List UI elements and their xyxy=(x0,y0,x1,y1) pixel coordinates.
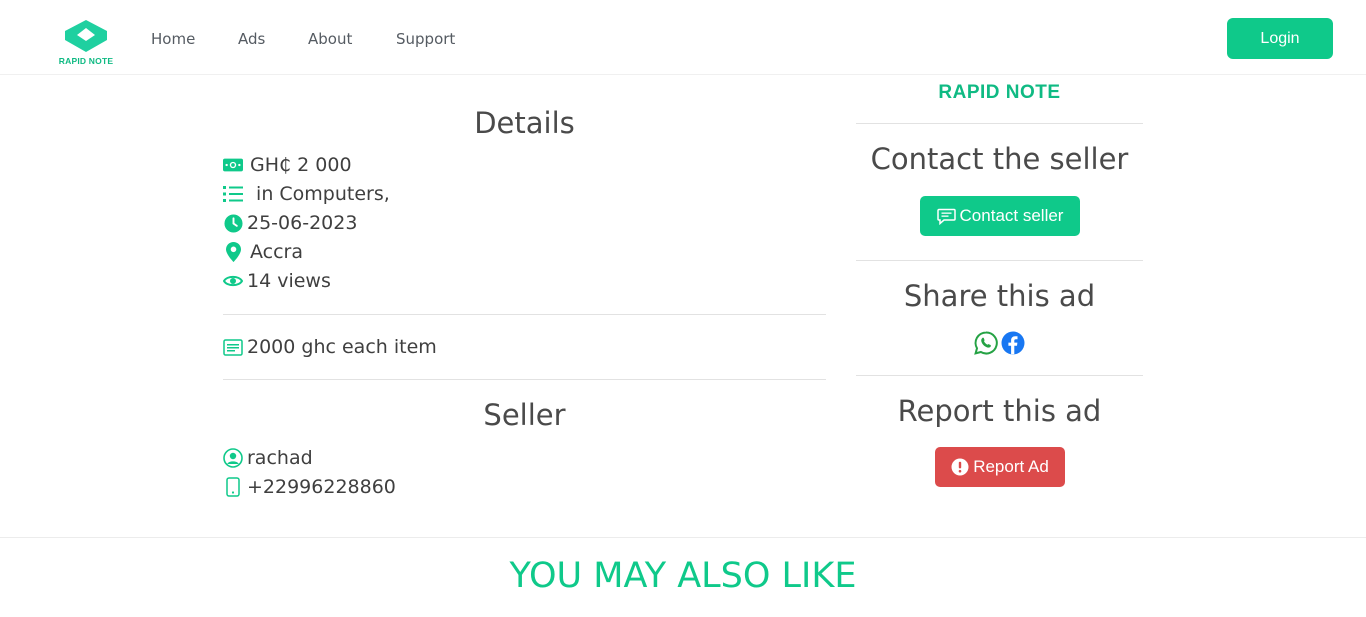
section-divider xyxy=(0,537,1366,538)
price-row: GH₵ 2 000 xyxy=(223,153,352,177)
sidebar-brand: RAPID NOTE xyxy=(938,82,1061,103)
nav-about[interactable]: About xyxy=(308,30,352,48)
list-icon xyxy=(223,184,243,204)
nav-support[interactable]: Support xyxy=(396,30,455,48)
contact-seller-button[interactable]: Contact seller xyxy=(920,196,1080,236)
category-value[interactable]: in Computers, xyxy=(250,183,390,205)
price-value: GH₵ 2 000 xyxy=(250,154,352,176)
category-row: in Computers, xyxy=(223,182,390,206)
whatsapp-icon[interactable] xyxy=(974,331,998,355)
views-row: 14 views xyxy=(223,269,331,293)
location-row: Accra xyxy=(223,240,303,264)
views-value: 14 views xyxy=(247,270,331,292)
date-row: 25-06-2023 xyxy=(223,211,357,235)
chat-icon xyxy=(936,208,956,225)
nav-home[interactable]: Home xyxy=(151,30,195,48)
site-logo[interactable]: RAPID NOTE xyxy=(57,19,115,67)
report-ad-button[interactable]: Report Ad xyxy=(935,447,1065,487)
divider xyxy=(223,379,826,380)
contact-seller-label: Contact seller xyxy=(959,206,1064,225)
alert-icon xyxy=(951,458,969,476)
divider xyxy=(856,123,1143,124)
note-icon xyxy=(223,337,243,357)
divider xyxy=(223,314,826,315)
clock-icon xyxy=(223,213,243,233)
eye-icon xyxy=(223,271,243,291)
description-value: 2000 ghc each item xyxy=(247,336,437,358)
location-value: Accra xyxy=(250,241,304,263)
related-title: YOU MAY ALSO LIKE xyxy=(509,556,857,596)
description-row: 2000 ghc each item xyxy=(223,335,437,359)
report-title: Report this ad xyxy=(897,394,1102,428)
map-pin-icon xyxy=(223,242,243,262)
divider xyxy=(856,260,1143,261)
seller-name: rachad xyxy=(247,447,313,469)
divider xyxy=(856,375,1143,376)
logo-text: RAPID NOTE xyxy=(58,56,114,66)
contact-title: Contact the seller xyxy=(870,142,1129,176)
details-title: Details xyxy=(474,106,575,140)
navbar: RAPID NOTE Home Ads About Support Login xyxy=(0,0,1366,75)
logo-diamond-icon xyxy=(65,20,107,52)
seller-phone[interactable]: +22996228860 xyxy=(247,476,396,498)
facebook-icon[interactable] xyxy=(1001,331,1025,355)
nav-ads[interactable]: Ads xyxy=(238,30,265,48)
money-icon xyxy=(223,155,243,175)
seller-title: Seller xyxy=(483,398,566,432)
login-button[interactable]: Login xyxy=(1227,18,1333,59)
seller-phone-row: +22996228860 xyxy=(223,475,396,499)
date-value: 25-06-2023 xyxy=(247,212,358,234)
seller-name-row: rachad xyxy=(223,446,313,470)
phone-icon xyxy=(223,477,243,497)
user-circle-icon xyxy=(223,448,243,468)
share-title: Share this ad xyxy=(903,279,1096,313)
report-ad-label: Report Ad xyxy=(973,457,1049,476)
